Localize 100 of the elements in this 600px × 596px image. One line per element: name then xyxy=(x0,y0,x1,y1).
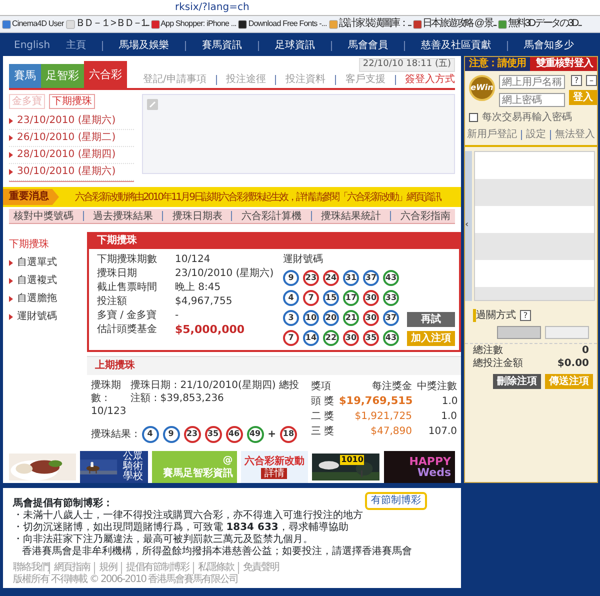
menu-item[interactable]: 下期攪珠 xyxy=(9,236,49,254)
results-label: 攪珠結果 : xyxy=(91,428,138,441)
menu-link[interactable]: 攪珠結果統計 xyxy=(320,210,381,222)
menu-item[interactable]: 自選膽拖 xyxy=(17,290,57,308)
menu-link[interactable]: 核對中獎號碼 xyxy=(14,210,74,222)
info-label: 截止售票時間 xyxy=(97,281,158,295)
footer-text: ・切勿沉迷賭博，如出現問題賭博行爲，可致電 1834 633，尋求輔導協助 xyxy=(13,522,350,534)
period-value: 10/123 xyxy=(91,405,127,418)
bullet-icon xyxy=(9,169,13,175)
menu-item[interactable]: 自選單式 xyxy=(17,254,57,272)
lottery-ball: 24 xyxy=(323,270,339,286)
winner-count: 107.0 xyxy=(427,425,457,439)
info-label: 投注額 xyxy=(97,295,128,309)
nav-link[interactable]: English xyxy=(14,39,50,52)
nav-link[interactable]: 馬場及娛樂 xyxy=(119,39,170,52)
menu-link[interactable]: 過去攪珠結果 xyxy=(92,210,153,222)
total-value: 0 xyxy=(582,344,589,357)
tab[interactable]: 六合彩 xyxy=(84,61,127,88)
lottery-ball: 14 xyxy=(303,330,319,346)
broken-image-icon xyxy=(147,99,158,110)
winner-count: 1.0 xyxy=(440,410,457,424)
account-link[interactable]: 新用戶登記 xyxy=(467,128,517,141)
banner-ad[interactable]: 1010 xyxy=(312,451,380,483)
banner-ad[interactable]: HAPPY Weds xyxy=(384,451,456,483)
bookmark-link[interactable]: 設計家 裝潢圖庫：... xyxy=(328,16,411,32)
lottery-ball: 7 xyxy=(283,330,299,346)
lottery-ball: 37 xyxy=(363,270,379,286)
date-link[interactable]: 28/10/2010 (星期四) xyxy=(17,147,116,163)
info-label: 多寶 / 金多寶 xyxy=(97,309,158,323)
menu-link[interactable]: 六合彩指南 xyxy=(400,210,450,222)
menu-link[interactable]: 攪珠日期表 xyxy=(172,210,222,222)
collapse-handle[interactable]: ‹ xyxy=(465,151,472,301)
lottery-ball: 21 xyxy=(343,310,359,326)
username-field[interactable]: 網上用戶名稱 xyxy=(499,75,565,89)
copyright-text: 版權所有 不得轉載 © 2006-2010 香港馬會賽馬有限公司 xyxy=(13,574,238,586)
date-link[interactable]: 23/10/2010 (星期六) xyxy=(17,113,116,129)
info-label: 估計頭獎基金 xyxy=(97,323,158,337)
account-link[interactable]: 無法登入 xyxy=(555,128,595,141)
prize-amount: $19,769,515 xyxy=(339,394,413,409)
bookmark-link[interactable]: 日本旅遊攻略 @ 景... xyxy=(412,16,496,32)
bookmark-link[interactable]: ＢＤ－１ > ＢＤ－1... xyxy=(66,16,149,32)
lottery-ball: 35 xyxy=(204,426,222,443)
account-link[interactable]: 設定 xyxy=(526,128,546,141)
notice-text: 六合彩新改動將由2010年11月9日該期六合彩攪珠起生效，詳情請參閱「六合彩新改動」網頁資訊 xyxy=(75,190,441,204)
menu-link[interactable]: 六合彩計算機 xyxy=(242,210,302,222)
help-button[interactable]: ? xyxy=(520,310,531,321)
action-button[interactable]: 再試 xyxy=(407,312,455,327)
tab[interactable]: 賽馬 xyxy=(9,64,41,88)
bullet-icon xyxy=(9,135,13,141)
banner-text: 六合彩新改動 xyxy=(244,455,304,468)
password-field[interactable]: 網上密碼 xyxy=(499,93,565,107)
footer-text: ・向非法莊家下注乃屬違法，最高可被判罰款三萬元及監禁九個月。 xyxy=(13,534,314,546)
lottery-ball: 46 xyxy=(226,426,243,443)
banner-ad[interactable] xyxy=(9,451,76,483)
bookmark-link[interactable]: App Shopper: iPhone ... xyxy=(150,16,236,32)
details-button[interactable]: 詳情 xyxy=(261,468,288,479)
bullet-icon xyxy=(9,314,13,320)
warning-text: 注意：請使用 xyxy=(465,57,530,71)
combo-label: 過關方式 xyxy=(473,309,516,322)
date-link[interactable]: 30/10/2010 (星期六) xyxy=(17,164,116,180)
lottery-ball: 49 xyxy=(246,426,264,443)
bullet-icon xyxy=(9,152,13,158)
nav-link[interactable]: 足球資訊 xyxy=(275,39,316,52)
notice-label: 重要消息 xyxy=(3,189,59,205)
column-header: 中獎注數 xyxy=(416,380,457,394)
sub-link[interactable]: 簽登入方式 xyxy=(405,73,455,87)
panel-header: 上期攪珠 xyxy=(87,357,461,375)
bookmark-link[interactable]: Download Free Fonts -... xyxy=(238,16,327,32)
lottery-ball: 17 xyxy=(343,290,359,306)
amount-field[interactable] xyxy=(545,326,589,339)
menu-item[interactable]: 自選複式 xyxy=(17,272,57,290)
help-button[interactable]: ? xyxy=(571,75,582,86)
bullet-icon xyxy=(9,278,13,284)
banner-text: HAPPY xyxy=(409,456,452,467)
nav-link[interactable]: 賽馬資訊 xyxy=(202,39,242,52)
ewin-logo: eWin xyxy=(469,75,495,101)
prize-amount: $47,890 xyxy=(370,425,412,439)
banner-ad[interactable]: 六合彩新改動 詳情 xyxy=(240,451,308,483)
total-label: 總投注金額 xyxy=(473,357,523,370)
minimize-button[interactable]: – xyxy=(586,75,597,86)
lucky-title: 運財號碼 xyxy=(283,253,324,266)
menu-item[interactable]: 運財號碼 xyxy=(17,308,57,326)
nav-link[interactable]: 馬會知多少 xyxy=(524,39,574,52)
date-link[interactable]: 26/10/2010 (星期二) xyxy=(17,130,116,146)
bookmark-link[interactable]: Cinema4D User xyxy=(2,16,64,32)
footer-text: 香港賽馬會是非牟利機構，所得盈餘均撥捐本港慈善公益；如要投注，請選擇香港賽馬會 xyxy=(21,546,413,558)
nav-link[interactable]: 慈善及社區貢獻 xyxy=(421,39,492,52)
address-field[interactable]: rksix/?lang=ch xyxy=(175,2,250,13)
lottery-ball: 35 xyxy=(363,330,379,346)
nav-link[interactable]: 馬會會員 xyxy=(348,39,388,52)
nav-link[interactable]: 主頁 xyxy=(66,39,86,52)
checkbox[interactable] xyxy=(469,113,478,122)
prize-name: 頭 獎 xyxy=(311,394,336,409)
action-button[interactable]: 刪除注項 xyxy=(493,374,541,389)
lottery-ball: 7 xyxy=(303,290,319,306)
banner-ad[interactable]: 公眾騎術學校 xyxy=(80,451,148,483)
lottery-ball: 31 xyxy=(343,270,359,286)
lottery-ball: 9 xyxy=(283,270,299,286)
tab[interactable]: 下期攪珠 xyxy=(49,94,95,109)
bookmark-link[interactable]: 無料3Dデータの3D... xyxy=(498,16,582,32)
